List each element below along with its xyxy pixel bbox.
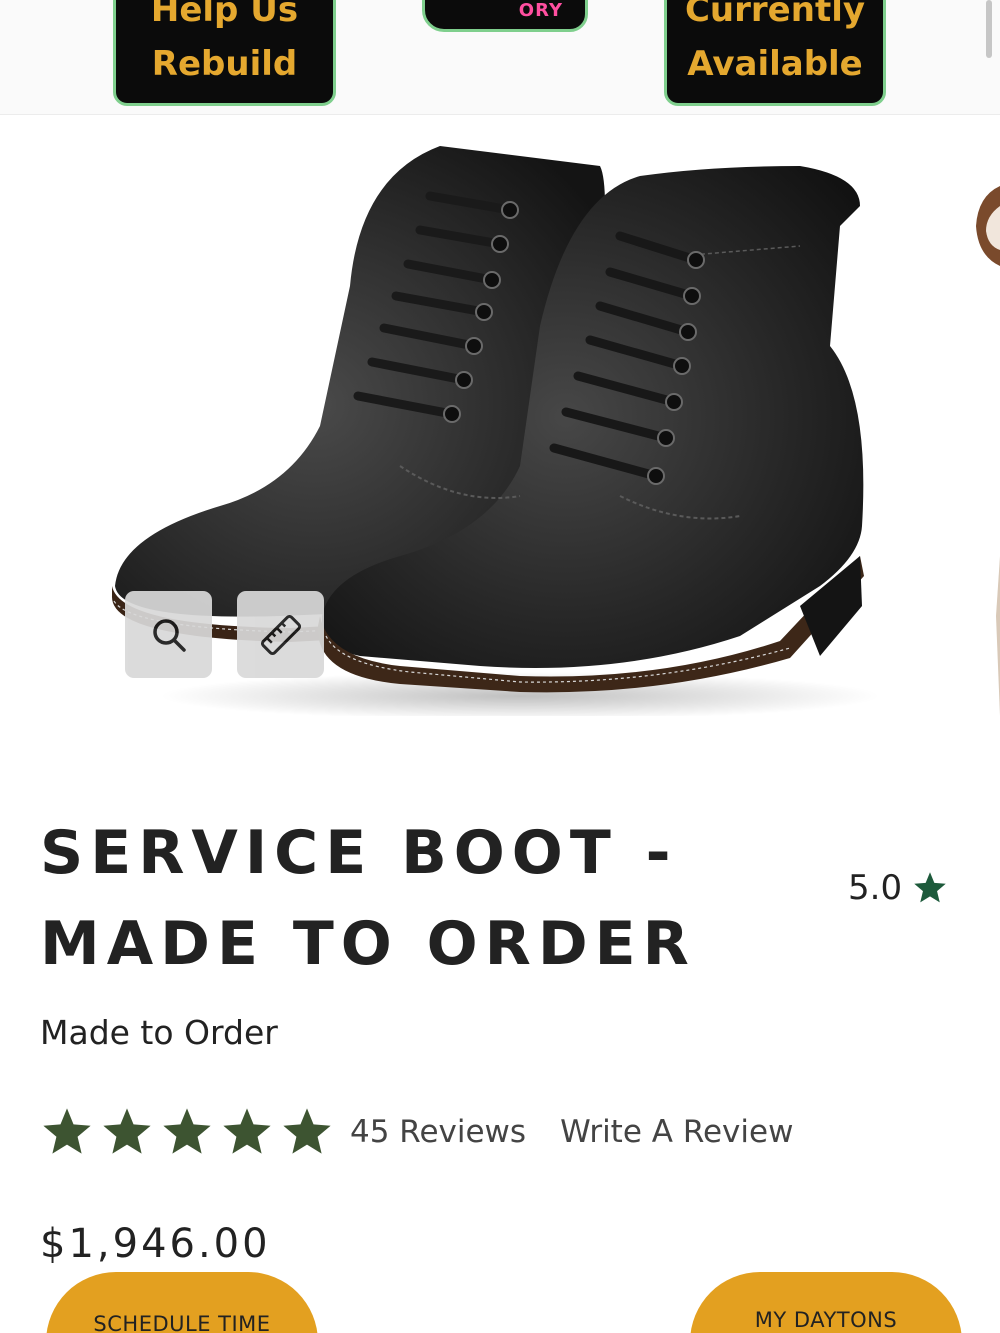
rating-value: 5.0 <box>848 868 903 908</box>
star-icon <box>103 1108 151 1154</box>
zoom-button[interactable] <box>125 591 212 678</box>
currently-available-button[interactable]: Currently Available <box>664 0 886 106</box>
my-daytons-button[interactable]: MY DAYTONS <box>690 1272 962 1333</box>
rating-summary[interactable]: 5.0 <box>848 868 948 908</box>
currently-label: Currently <box>684 0 866 30</box>
ruler-icon <box>260 614 301 655</box>
size-guide-button[interactable] <box>237 591 324 678</box>
product-image <box>111 146 880 716</box>
rating-star-icon <box>914 872 946 903</box>
help-us-label: Help Us <box>150 0 299 30</box>
reviews-count-link[interactable]: 45 Reviews <box>350 1114 526 1150</box>
rebuild-label: Rebuild <box>151 44 298 84</box>
available-label: Available <box>687 44 863 84</box>
write-review-link[interactable]: Write A Review <box>560 1114 793 1150</box>
store-logo-text: ORY <box>518 0 563 21</box>
magnifier-icon <box>152 618 186 652</box>
star-icon <box>283 1108 331 1154</box>
schedule-time-button[interactable]: SCHEDULE TIME <box>46 1272 318 1333</box>
reviews-row: 45 Reviews Write A Review <box>40 1103 793 1161</box>
store-logo[interactable]: ORY <box>422 0 588 32</box>
star-rating[interactable] <box>40 1105 334 1159</box>
product-title-line2: MADE TO ORDER <box>40 909 696 979</box>
top-banner: Help Us Rebuild ORY Currently Available <box>0 0 1000 115</box>
schedule-time-label: SCHEDULE TIME <box>93 1312 271 1333</box>
star-icon <box>223 1108 271 1154</box>
product-title-line1: SERVICE BOOT - <box>40 818 678 888</box>
scroll-indicator <box>986 0 992 58</box>
help-us-rebuild-button[interactable]: Help Us Rebuild <box>113 0 336 106</box>
star-icon <box>163 1108 211 1154</box>
product-price: $1,946.00 <box>40 1221 271 1267</box>
star-icon <box>43 1108 91 1154</box>
product-gallery[interactable] <box>0 116 1000 756</box>
next-image-peek[interactable] <box>968 176 1000 736</box>
product-title: SERVICE BOOT - MADE TO ORDER <box>40 808 740 990</box>
product-subtitle: Made to Order <box>40 1013 278 1052</box>
my-daytons-label: MY DAYTONS <box>754 1308 898 1332</box>
